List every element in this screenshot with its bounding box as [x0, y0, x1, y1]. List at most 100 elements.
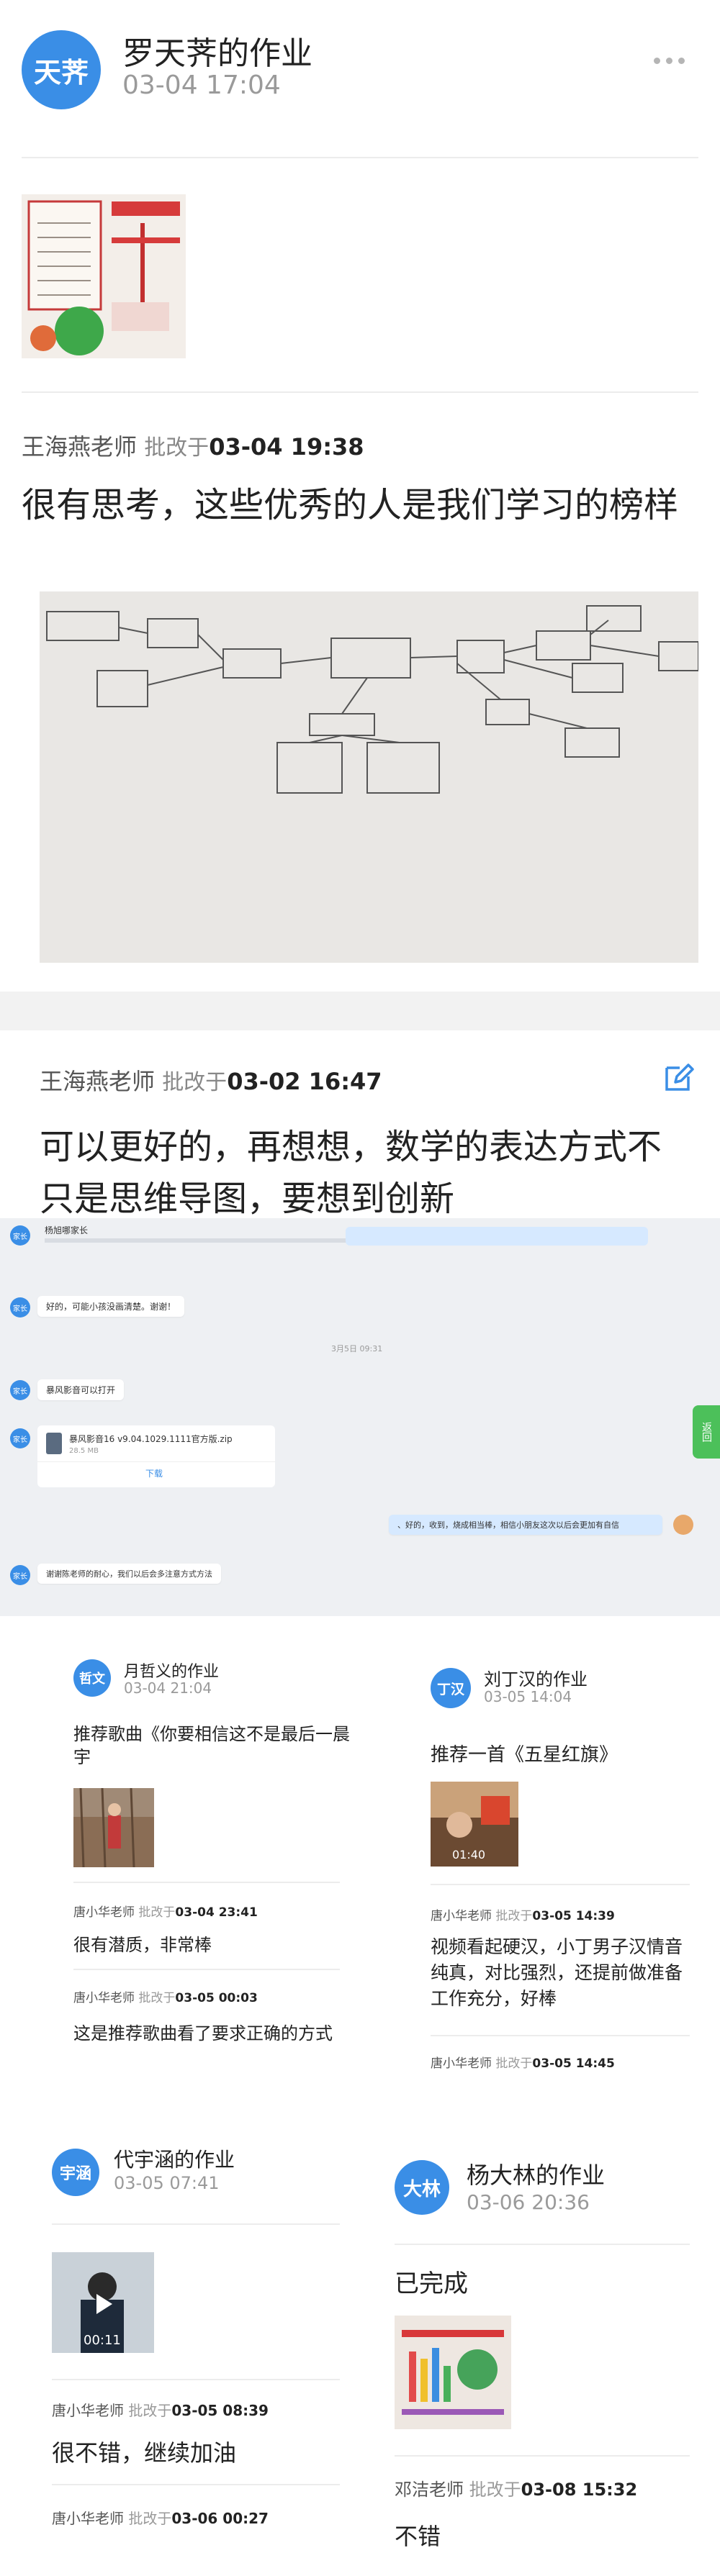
teacher-name: 唐小华老师	[73, 1991, 135, 2005]
card-text: 已完成	[395, 2269, 468, 2298]
card-text: 推荐一首《五星红旗》	[431, 1744, 618, 1766]
comment-meta: 邓洁老师 批改于03-08 15:32	[395, 2475, 637, 2500]
side-tab[interactable]: 返回	[693, 1405, 720, 1459]
divider	[431, 2035, 690, 2036]
edit-icon	[665, 1063, 694, 1091]
homework-photo[interactable]	[395, 2316, 511, 2429]
divider	[22, 157, 698, 158]
teacher-name: 唐小华老师	[431, 1909, 492, 1923]
chat-time: 3月5日 09:31	[331, 1344, 383, 1353]
more-button[interactable]	[654, 50, 697, 72]
card-time: 03-04 21:04	[124, 1679, 212, 1697]
divider	[431, 1884, 690, 1885]
mind-map-photo[interactable]	[40, 591, 698, 963]
chat-message: 、好的，收到，烧成相当棒，相信小朋友这次以后会更加有自信	[389, 1515, 662, 1535]
video-duration: 00:11	[84, 2333, 121, 2348]
comment-meta: 唐小华老师 批改于03-05 00:03	[73, 1987, 258, 2005]
avatar: 家长	[10, 1380, 30, 1400]
comment-action: 批改于	[495, 2056, 533, 2071]
comment-action: 批改于	[495, 1909, 533, 1923]
comment-meta: 唐小华老师 批改于03-05 14:39	[431, 1905, 615, 1923]
comment-time: 03-04 19:38	[209, 433, 364, 461]
edit-button[interactable]	[662, 1061, 698, 1097]
comment-text: 视频看起硬汉，小丁男子汉情音纯真，对比强烈，还提前做准备工作充分，好棒	[431, 1936, 683, 2009]
avatar: 家长	[10, 1428, 30, 1448]
divider	[395, 2244, 690, 2245]
card-text: 推荐歌曲《你要相信这不是最后一晨宇	[73, 1724, 350, 1767]
post-time: 03-04 17:04	[122, 71, 281, 100]
comment-time: 03-04 23:41	[175, 1905, 258, 1920]
divider	[52, 2484, 340, 2485]
comment-text: 不错	[395, 2523, 441, 2550]
chat-message: 好的，可能小孩没画清楚。谢谢！	[37, 1296, 185, 1317]
divider	[395, 2455, 690, 2457]
comment-meta: 唐小华老师 批改于03-04 23:41	[73, 1902, 258, 1920]
avatar: 家长	[10, 1565, 30, 1585]
comment-meta: 唐小华老师 批改于03-06 00:27	[52, 2507, 269, 2528]
comment-text: 很不错，继续加油	[52, 2439, 237, 2467]
card-time: 03-06 20:36	[467, 2190, 590, 2214]
teacher-name: 王海燕老师	[40, 1068, 156, 1095]
comment-meta: 王海燕老师 批改于03-04 19:38	[22, 429, 364, 462]
teacher-name: 唐小华老师	[52, 2402, 124, 2419]
card-time: 03-05 07:41	[114, 2173, 220, 2193]
teacher-name: 唐小华老师	[52, 2510, 124, 2527]
card-title: 杨大林的作业	[467, 2162, 606, 2189]
avatar: 大林	[395, 2160, 449, 2215]
homework-photo[interactable]	[22, 194, 186, 358]
comment-meta: 王海燕老师 批改于03-02 16:47	[40, 1063, 382, 1097]
teacher-name: 唐小华老师	[431, 2056, 492, 2071]
avatar: 家长	[10, 1225, 30, 1246]
comment-text: 很有潜质，非常棒	[73, 1935, 212, 1955]
comment-meta: 唐小华老师 批改于03-05 14:45	[431, 2053, 615, 2071]
teacher-name: 王海燕老师	[22, 433, 138, 461]
file-card[interactable]: 暴风影音16 v9.04.1029.1111官方版.zip 28.5 MB 下载	[37, 1425, 275, 1487]
comment-action: 批改于	[138, 1905, 176, 1920]
chat-message: 暴风影音可以打开	[37, 1379, 125, 1400]
card-time: 03-05 14:04	[484, 1688, 572, 1705]
video-thumbnail[interactable]: 01:40	[431, 1782, 518, 1867]
ellipsis-icon	[654, 50, 697, 64]
comment-time: 03-05 14:39	[532, 1909, 615, 1923]
avatar: 家长	[10, 1297, 30, 1318]
divider	[52, 2223, 340, 2225]
card-title: 月哲义的作业	[124, 1663, 220, 1681]
file-card-divider	[37, 1461, 275, 1462]
section-gap	[0, 992, 720, 1030]
comment-time: 03-02 16:47	[227, 1068, 382, 1095]
comment-action: 批改于	[162, 1070, 228, 1095]
divider	[22, 391, 698, 393]
comment-action: 批改于	[128, 2402, 172, 2419]
comment-time: 03-08 15:32	[521, 2480, 638, 2500]
avatar: 丁汉	[431, 1668, 471, 1708]
comment-action: 批改于	[144, 435, 210, 461]
download-button[interactable]: 下载	[145, 1467, 163, 1479]
divider	[73, 1882, 340, 1883]
teacher-name: 邓洁老师	[395, 2480, 464, 2500]
teacher-name: 唐小华老师	[73, 1905, 135, 1920]
comment-action: 批改于	[469, 2480, 521, 2500]
video-thumbnail[interactable]: 00:11	[52, 2252, 154, 2353]
zip-file-icon	[46, 1433, 62, 1454]
homework-photo[interactable]	[73, 1788, 154, 1867]
comment-time: 03-06 00:27	[171, 2510, 269, 2527]
comment-text: 很有思考，这些优秀的人是我们学习的榜样	[22, 485, 679, 525]
post-title: 罗天荠的作业	[122, 35, 312, 72]
comment-time: 03-05 08:39	[171, 2402, 269, 2419]
card-title: 代宇涵的作业	[114, 2148, 235, 2172]
chat-message: 谢谢陈老师的耐心，我们以后会多注意方式方法	[37, 1564, 221, 1584]
divider	[73, 1969, 340, 1970]
comment-text: 可以更好的，再想想，数学的表达方式不只是思维导图，要想到创新	[40, 1127, 662, 1219]
avatar: 哲文	[73, 1659, 111, 1697]
avatar: 天荠	[22, 30, 101, 109]
video-duration: 01:40	[452, 1848, 486, 1861]
comment-time: 03-05 00:03	[175, 1991, 258, 2005]
avatar	[673, 1515, 693, 1535]
chat-blurred-bubble	[346, 1227, 648, 1246]
comment-action: 批改于	[138, 1991, 176, 2005]
comment-text: 这是推荐歌曲看了要求正确的方式	[73, 2023, 333, 2044]
avatar: 宇涵	[52, 2149, 99, 2196]
divider	[52, 2379, 340, 2380]
chat-screenshot: 家长 杨旭哪家长 家长 好的，可能小孩没画清楚。谢谢！ 3月5日 09:31 家…	[0, 1218, 720, 1616]
file-name: 暴风影音16 v9.04.1029.1111官方版.zip	[69, 1434, 233, 1444]
